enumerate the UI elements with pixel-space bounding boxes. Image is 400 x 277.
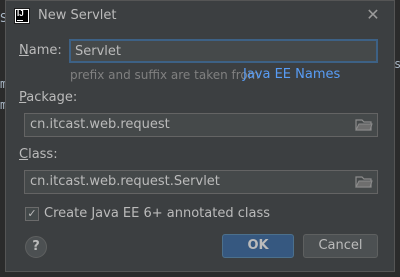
ok-button[interactable]: OK [222,234,294,258]
package-label: Package: [19,90,78,105]
name-input[interactable] [69,39,378,63]
java-ee-names-link[interactable]: Java EE Names [243,67,340,82]
annotated-class-label[interactable]: Create Java EE 6+ annotated class [44,206,270,221]
dialog-title: New Servlet [38,8,117,23]
browse-folder-icon[interactable] [355,175,373,189]
annotated-class-checkbox[interactable]: ✓ [25,207,39,221]
new-servlet-dialog: IJ New Servlet ✕ Name: prefix and suffix… [5,0,395,272]
class-label: Class: [19,147,58,162]
dialog-titlebar: IJ New Servlet ✕ [6,1,394,31]
close-icon[interactable]: ✕ [364,6,382,24]
help-button[interactable]: ? [25,236,47,258]
name-label: Name: [19,43,62,58]
package-field[interactable]: cn.itcast.web.request [24,113,378,137]
class-value: cn.itcast.web.request.Servlet [30,174,220,189]
browse-folder-icon[interactable] [355,118,373,132]
class-field[interactable]: cn.itcast.web.request.Servlet [24,170,378,194]
cancel-button[interactable]: Cancel [303,234,378,258]
intellij-app-icon: IJ [14,8,30,24]
hint-text: prefix and suffix are taken from [70,68,260,82]
package-value: cn.itcast.web.request [30,117,170,132]
